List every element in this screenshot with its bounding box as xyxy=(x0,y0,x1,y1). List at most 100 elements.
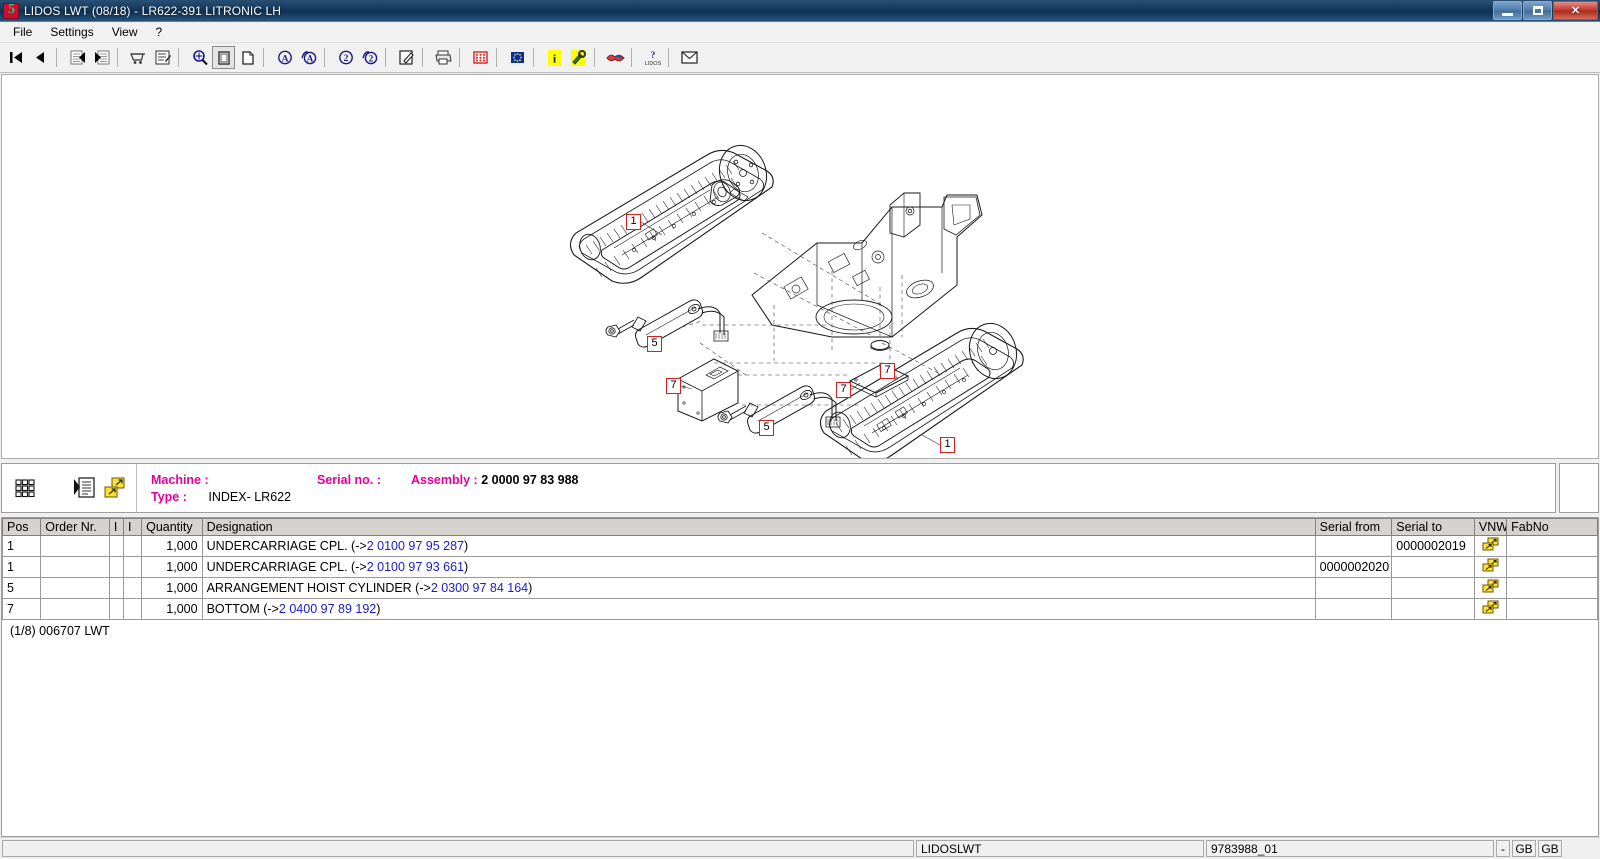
col-i2[interactable]: I xyxy=(122,518,143,536)
cell-serial-from: 0000002020 xyxy=(1314,556,1393,578)
callout-1b[interactable]: 1 xyxy=(940,437,955,453)
callout-5b[interactable]: 5 xyxy=(759,420,774,436)
table-row[interactable]: 1 1,000 UNDERCARRIAGE CPL. (->2 0100 97 … xyxy=(2,535,1598,557)
callout-5a[interactable]: 5 xyxy=(647,336,662,352)
grid-red-icon[interactable] xyxy=(469,46,492,69)
menu-bar: File Settings View ? xyxy=(0,22,1600,43)
designation-part-number[interactable]: 2 0300 97 84 164 xyxy=(431,581,528,595)
shortcut-arrow-icon[interactable] xyxy=(102,475,128,501)
menu-help[interactable]: ? xyxy=(147,23,172,41)
cell-designation[interactable]: ARRANGEMENT HOIST CYLINDER (->2 0300 97 … xyxy=(201,577,1316,599)
menu-file[interactable]: File xyxy=(4,23,41,41)
menu-view[interactable]: View xyxy=(103,23,147,41)
cell-pos: 1 xyxy=(2,556,42,578)
cell-designation[interactable]: BOTTOM (->2 0400 97 89 192) xyxy=(201,598,1316,620)
toolbar-separator xyxy=(459,48,466,67)
first-page-icon[interactable] xyxy=(5,46,28,69)
notepad-icon[interactable] xyxy=(395,46,418,69)
shopping-cart-icon[interactable] xyxy=(127,46,150,69)
cell-vnw[interactable] xyxy=(1473,535,1508,557)
list-forward-icon[interactable] xyxy=(90,46,113,69)
grid-layout-icon[interactable] xyxy=(12,475,38,501)
list-detail-icon[interactable] xyxy=(72,475,98,501)
letter-a-icon[interactable]: A xyxy=(273,46,296,69)
vnw-link-icon[interactable] xyxy=(1482,558,1500,573)
vnw-link-icon[interactable] xyxy=(1482,600,1500,615)
list-back-icon[interactable] xyxy=(66,46,89,69)
designation-part-number[interactable]: 2 0100 97 93 661 xyxy=(367,560,464,574)
vnw-link-icon[interactable] xyxy=(1482,537,1500,552)
close-button[interactable]: ✕ xyxy=(1553,1,1598,20)
toolbar-separator xyxy=(117,48,124,67)
callout-1a[interactable]: 1 xyxy=(626,214,641,230)
designation-suffix: ) xyxy=(464,539,469,553)
serial-no-label: Serial no. : xyxy=(317,473,381,487)
designation-part-number[interactable]: 2 0100 97 95 287 xyxy=(367,539,464,553)
mail-icon[interactable] xyxy=(678,46,701,69)
cell-serial-from xyxy=(1314,535,1393,557)
info-bar-side-panel xyxy=(1559,463,1599,513)
info-bar: Machine : Serial no. : Assembly : 2 0000… xyxy=(1,463,1556,513)
letter-a-search-icon[interactable]: A xyxy=(297,46,320,69)
designation-part-number[interactable]: 2 0400 97 89 192 xyxy=(279,602,376,616)
cell-vnw[interactable] xyxy=(1473,577,1508,599)
status-language-2: GB xyxy=(1538,840,1562,857)
cell-order-nr[interactable] xyxy=(40,598,110,620)
status-left xyxy=(2,840,914,857)
col-serial-to[interactable]: Serial to xyxy=(1391,518,1475,536)
printer-icon[interactable] xyxy=(432,46,455,69)
page-next-icon[interactable] xyxy=(236,46,259,69)
cell-serial-to xyxy=(1391,598,1475,620)
col-order-nr[interactable]: Order Nr. xyxy=(40,518,110,536)
minimize-button[interactable] xyxy=(1493,1,1522,20)
col-designation[interactable]: Designation xyxy=(201,518,1316,536)
col-serial-from[interactable]: Serial from xyxy=(1314,518,1393,536)
tools-icon[interactable] xyxy=(567,46,590,69)
lidos-help-icon[interactable]: ? LIDOS xyxy=(641,46,664,69)
page-view-icon[interactable] xyxy=(212,46,235,69)
col-fabno[interactable]: FabNo xyxy=(1506,518,1598,536)
cell-order-nr[interactable] xyxy=(40,556,110,578)
toolbar-separator xyxy=(631,48,638,67)
callout-7c[interactable]: 7 xyxy=(880,363,895,379)
lidos-logo-icon: 5 xyxy=(3,2,19,19)
cell-designation[interactable]: UNDERCARRIAGE CPL. (->2 0100 97 95 287) xyxy=(201,535,1316,557)
status-dash: - xyxy=(1496,840,1510,857)
cell-quantity: 1,000 xyxy=(141,577,203,599)
cell-i1 xyxy=(108,598,124,620)
cell-order-nr[interactable] xyxy=(40,577,110,599)
handshake-icon[interactable] xyxy=(604,46,627,69)
col-pos[interactable]: Pos xyxy=(2,518,42,536)
table-row[interactable]: 5 1,000 ARRANGEMENT HOIST CYLINDER (->2 … xyxy=(2,577,1598,599)
callout-7a[interactable]: 7 xyxy=(666,378,681,394)
toolbar-separator xyxy=(263,48,270,67)
info-bar-icons xyxy=(2,464,137,512)
number-2-icon[interactable]: 2 xyxy=(334,46,357,69)
drawing-canvas[interactable]: 1 5 7 7 7 5 1 xyxy=(1,74,1599,459)
vnw-link-icon[interactable] xyxy=(1482,579,1500,594)
table-row[interactable]: 7 1,000 BOTTOM (->2 0400 97 89 192) xyxy=(2,598,1598,620)
edit-order-icon[interactable] xyxy=(151,46,174,69)
cell-serial-to xyxy=(1391,577,1475,599)
cell-order-nr[interactable] xyxy=(40,535,110,557)
cell-i2 xyxy=(122,577,143,599)
previous-page-icon[interactable] xyxy=(29,46,52,69)
cell-vnw[interactable] xyxy=(1473,556,1508,578)
info-icon[interactable]: i xyxy=(543,46,566,69)
cell-designation[interactable]: UNDERCARRIAGE CPL. (->2 0100 97 93 661) xyxy=(201,556,1316,578)
cell-serial-from xyxy=(1314,577,1393,599)
number-2-search-icon[interactable]: 2 xyxy=(358,46,381,69)
col-quantity[interactable]: Quantity xyxy=(141,518,203,536)
menu-settings[interactable]: Settings xyxy=(41,23,102,41)
table-row[interactable]: 1 1,000 UNDERCARRIAGE CPL. (->2 0100 97 … xyxy=(2,556,1598,578)
col-i1[interactable]: I xyxy=(108,518,124,536)
col-vnw[interactable]: VNW xyxy=(1473,518,1508,536)
maximize-button[interactable] xyxy=(1523,1,1552,20)
callout-7b[interactable]: 7 xyxy=(836,382,851,398)
cell-vnw[interactable] xyxy=(1473,598,1508,620)
type-value: INDEX- LR622 xyxy=(208,490,292,504)
zoom-icon[interactable] xyxy=(188,46,211,69)
europe-flag-icon[interactable] xyxy=(506,46,529,69)
info-bar-fields: Machine : Serial no. : Assembly : 2 0000… xyxy=(137,464,1555,512)
parts-table-container[interactable]: Pos Order Nr. I I Quantity Designation S… xyxy=(1,517,1599,837)
